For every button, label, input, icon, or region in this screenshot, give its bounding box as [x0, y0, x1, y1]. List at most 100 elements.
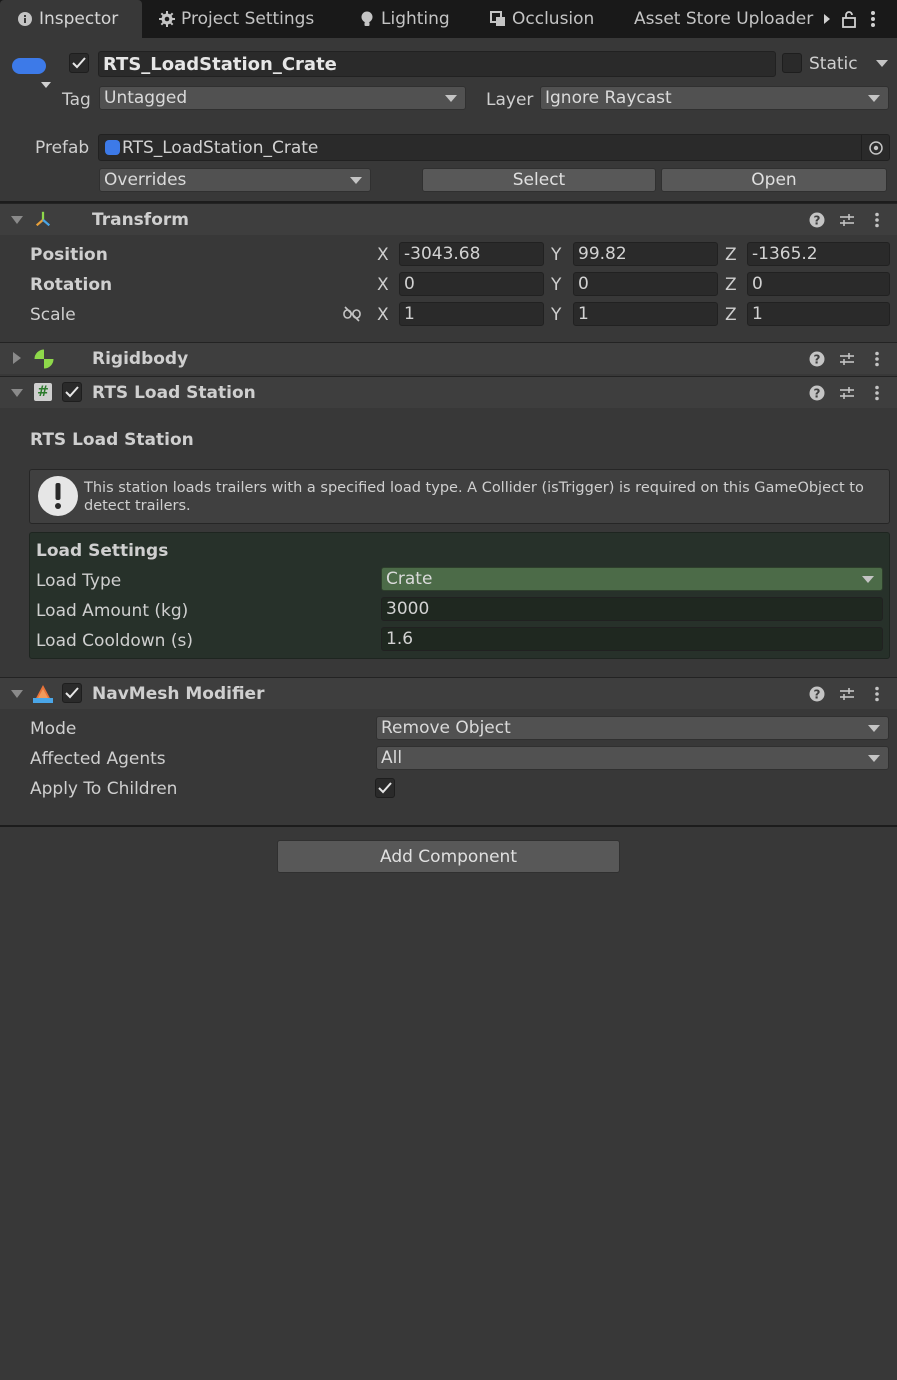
load-type-value: Crate	[386, 569, 433, 589]
presets-icon[interactable]	[838, 350, 856, 368]
tab-menu-button[interactable]	[870, 0, 876, 38]
tab-label: Project Settings	[181, 9, 315, 29]
gameobject-icon-dropdown-arrow[interactable]	[41, 82, 51, 88]
rotation-z-input[interactable]: 0	[747, 272, 890, 296]
position-y-label[interactable]: Y	[551, 245, 561, 265]
rotation-y-label[interactable]: Y	[551, 275, 561, 295]
help-icon[interactable]: ?	[808, 384, 826, 402]
layer-dropdown[interactable]: Ignore Raycast	[540, 86, 889, 110]
scale-z-label[interactable]: Z	[725, 305, 737, 325]
scale-x-input[interactable]: 1	[399, 302, 544, 326]
rts-load-station-header[interactable]: # RTS Load Station ?	[0, 376, 897, 408]
presets-icon[interactable]	[838, 211, 856, 229]
rigidbody-header[interactable]: Rigidbody ?	[0, 342, 897, 374]
open-button[interactable]: Open	[661, 168, 887, 192]
static-checkbox[interactable]	[782, 53, 802, 73]
position-z-input[interactable]: -1365.2	[747, 242, 890, 266]
help-icon[interactable]: ?	[808, 350, 826, 368]
load-cooldown-value: 1.6	[386, 629, 414, 649]
mode-value: Remove Object	[381, 718, 511, 738]
help-text: This station loads trailers with a speci…	[84, 479, 864, 515]
position-x-input[interactable]: -3043.68	[399, 242, 544, 266]
help-icon[interactable]: ?	[808, 685, 826, 703]
rigidbody-icon	[33, 348, 55, 370]
affected-agents-label: Affected Agents	[30, 749, 166, 769]
tab-overflow-arrow[interactable]	[822, 0, 832, 38]
tab-inspector[interactable]: Inspector	[0, 0, 142, 38]
transform-header[interactable]: Transform ?	[0, 203, 897, 235]
gameobject-icon[interactable]	[12, 58, 46, 74]
add-component-button[interactable]: Add Component	[277, 840, 620, 873]
scale-y-input[interactable]: 1	[573, 302, 718, 326]
chevron-down-icon	[862, 576, 874, 583]
prefab-label: Prefab	[35, 138, 90, 158]
help-icon[interactable]: ?	[808, 211, 826, 229]
rotation-z-value: 0	[752, 274, 763, 294]
load-cooldown-input[interactable]: 1.6	[381, 627, 883, 651]
rotation-label: Rotation	[30, 275, 113, 295]
scale-x-label[interactable]: X	[377, 305, 389, 325]
chevron-down-icon	[868, 95, 880, 102]
rotation-y-input[interactable]: 0	[573, 272, 718, 296]
rts-load-station-enabled-checkbox[interactable]	[62, 382, 82, 402]
foldout-arrow-icon[interactable]	[13, 352, 21, 364]
rotation-x-label[interactable]: X	[377, 275, 389, 295]
select-button-label: Select	[512, 170, 566, 190]
navmesh-modifier-header[interactable]: NavMesh Modifier ?	[0, 677, 897, 709]
foldout-arrow-icon[interactable]	[11, 690, 23, 698]
tab-asset-store-uploader[interactable]: Asset Store Uploader	[634, 0, 818, 38]
navmesh-modifier-title: NavMesh Modifier	[92, 684, 265, 704]
position-z-label[interactable]: Z	[725, 245, 737, 265]
position-x-label[interactable]: X	[377, 245, 389, 265]
scale-z-input[interactable]: 1	[747, 302, 890, 326]
apply-to-children-checkbox[interactable]	[375, 778, 395, 798]
lock-button[interactable]	[841, 0, 857, 38]
static-dropdown-arrow[interactable]	[876, 60, 888, 67]
rotation-z-label[interactable]: Z	[725, 275, 737, 295]
component-menu-icon[interactable]	[868, 350, 886, 368]
load-settings-title: Load Settings	[36, 541, 169, 561]
navmesh-modifier-enabled-checkbox[interactable]	[62, 683, 82, 703]
script-icon: #	[34, 383, 52, 401]
presets-icon[interactable]	[838, 384, 856, 402]
object-name-input[interactable]: RTS_LoadStation_Crate	[98, 51, 776, 77]
presets-icon[interactable]	[838, 685, 856, 703]
active-checkbox[interactable]	[69, 53, 89, 73]
load-type-dropdown[interactable]: Crate	[381, 567, 883, 591]
component-menu-icon[interactable]	[868, 685, 886, 703]
rotation-x-input[interactable]: 0	[399, 272, 544, 296]
svg-text:?: ?	[814, 214, 821, 228]
tag-dropdown[interactable]: Untagged	[99, 86, 466, 110]
prefab-field[interactable]: RTS_LoadStation_Crate	[98, 134, 890, 161]
select-button[interactable]: Select	[422, 168, 656, 192]
scale-y-label[interactable]: Y	[551, 305, 561, 325]
open-button-label: Open	[751, 170, 797, 190]
constrain-proportions-icon[interactable]	[343, 305, 361, 323]
component-menu-icon[interactable]	[868, 384, 886, 402]
position-y-input[interactable]: 99.82	[573, 242, 718, 266]
chevron-down-icon	[350, 177, 362, 184]
position-z-value: -1365.2	[752, 244, 818, 264]
tab-occlusion[interactable]: Occlusion	[489, 0, 594, 38]
transform-title: Transform	[92, 210, 189, 230]
apply-to-children-label: Apply To Children	[30, 779, 178, 799]
foldout-arrow-icon[interactable]	[11, 216, 23, 224]
rotation-y-value: 0	[578, 274, 589, 294]
component-menu-icon[interactable]	[868, 211, 886, 229]
header-divider	[0, 201, 897, 203]
static-label: Static	[809, 54, 858, 74]
affected-agents-dropdown[interactable]: All	[376, 746, 889, 770]
load-cooldown-label: Load Cooldown (s)	[36, 631, 193, 651]
tab-label: Lighting	[381, 9, 450, 29]
foldout-arrow-icon[interactable]	[11, 389, 23, 397]
overrides-dropdown[interactable]: Overrides	[99, 168, 371, 192]
load-amount-input[interactable]: 3000	[381, 597, 883, 621]
chevron-right-icon	[824, 14, 830, 24]
rts-load-station-title: RTS Load Station	[92, 383, 256, 403]
tab-project-settings[interactable]: Project Settings	[158, 0, 314, 38]
object-picker-icon[interactable]	[861, 135, 889, 160]
mode-label: Mode	[30, 719, 77, 739]
mode-dropdown[interactable]: Remove Object	[376, 716, 889, 740]
layer-label: Layer	[486, 90, 534, 110]
tab-lighting[interactable]: Lighting	[358, 0, 450, 38]
